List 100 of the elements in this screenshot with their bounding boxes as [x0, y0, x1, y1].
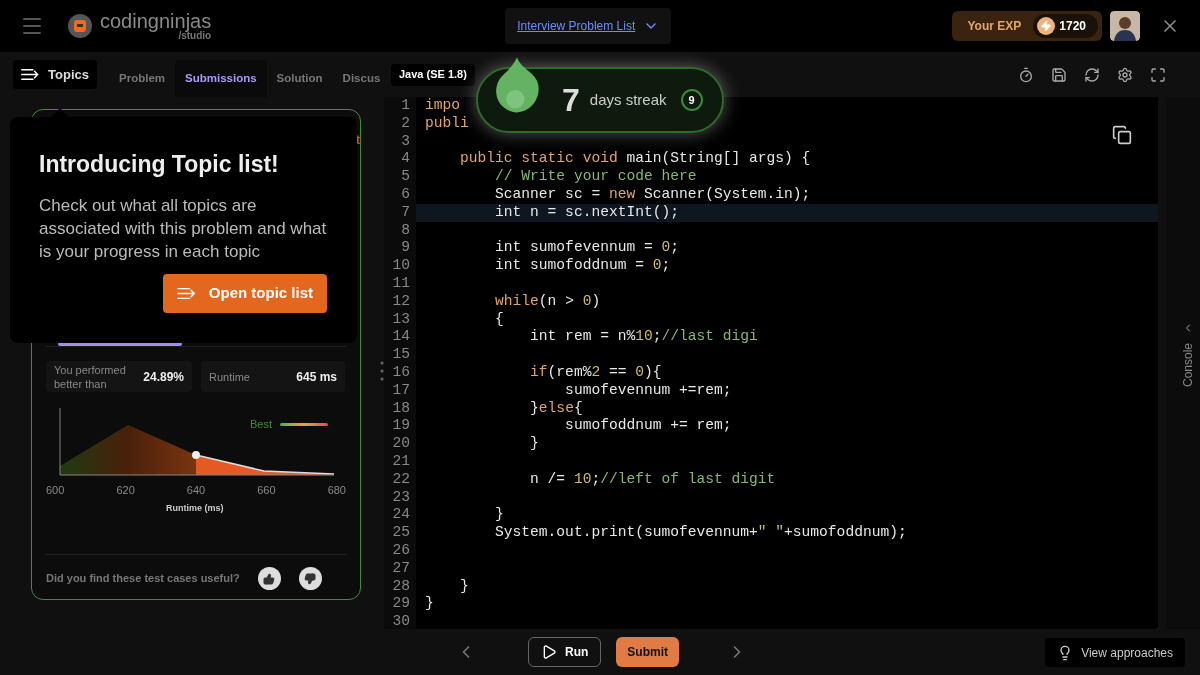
- code-token: int sumofevennum =: [494, 239, 654, 256]
- code-token: int rem = n%: [529, 328, 636, 345]
- problem-list-dropdown[interactable]: Interview Problem List: [505, 8, 672, 44]
- thumbs-down-icon: [304, 572, 317, 585]
- language-selector[interactable]: Java (SE 1.8): [391, 63, 475, 86]
- axis-tick-label: 660: [257, 483, 276, 498]
- submit-button[interactable]: Submit: [616, 637, 679, 667]
- code-token: ;: [661, 257, 671, 274]
- code-token: 10: [635, 328, 653, 345]
- code-token: public static void: [459, 150, 618, 167]
- streak-label: days streak: [589, 89, 667, 110]
- save-icon[interactable]: [1051, 66, 1067, 83]
- code-token: ): [591, 292, 601, 309]
- code-token: //last digi: [661, 328, 758, 345]
- line-number: 29: [384, 595, 416, 614]
- view-approaches-button[interactable]: View approaches: [1045, 638, 1185, 667]
- axis-tick-label: 680: [327, 483, 346, 498]
- line-number: 1: [384, 97, 416, 115]
- line-number: 5: [384, 168, 416, 186]
- settings-icon[interactable]: [1117, 66, 1133, 83]
- axis-tick-label: 640: [186, 483, 206, 498]
- code-token: ;: [670, 239, 679, 256]
- run-button[interactable]: Run: [528, 637, 602, 667]
- code-token: +sumofoddnum);: [784, 524, 907, 541]
- topics-button[interactable]: Topics: [13, 60, 97, 89]
- code-token: ==: [607, 363, 628, 380]
- code-token: int n = sc.nextInt();: [494, 203, 679, 220]
- code-token: else: [538, 399, 574, 416]
- timer-icon[interactable]: [1018, 66, 1034, 83]
- code-token: }: [529, 399, 539, 416]
- refresh-icon[interactable]: [1084, 66, 1100, 83]
- code-token: 0: [635, 363, 644, 380]
- code-token: Scanner(System.in);: [642, 186, 811, 202]
- code-token: 2: [591, 363, 601, 380]
- code-token: if: [529, 363, 548, 380]
- thumbs-down-button[interactable]: [298, 567, 322, 590]
- stat-value: 24.89%: [143, 368, 184, 386]
- code-token: sumofoddnum += rem;: [564, 417, 732, 434]
- code-token: while: [494, 292, 539, 309]
- line-number: 15: [384, 346, 416, 364]
- console-panel[interactable]: Console: [1166, 97, 1200, 629]
- line-number: 25: [384, 524, 416, 542]
- lightning-icon: [1037, 17, 1056, 35]
- line-number: 19: [384, 417, 416, 436]
- code-token: {: [494, 310, 504, 327]
- code-token: // Write your code here: [494, 168, 697, 185]
- fullscreen-icon[interactable]: [1150, 66, 1166, 83]
- tab[interactable]: Problem: [109, 60, 175, 97]
- list-arrow-icon: [21, 67, 41, 82]
- code-token: ;: [591, 470, 601, 487]
- code-token: 10: [573, 470, 592, 487]
- stat-value: 645 ms: [296, 368, 337, 386]
- stat-label: Runtime: [209, 369, 251, 384]
- line-number: 20: [384, 435, 416, 453]
- stat-label: You performed better than: [54, 362, 127, 391]
- code-token: impo: [425, 97, 461, 113]
- legend-label: Best: [250, 417, 272, 432]
- code-token: " ": [757, 524, 785, 541]
- code-token: (rem%: [547, 363, 592, 380]
- copy-icon[interactable]: [1112, 125, 1132, 145]
- brand-subtitle: /studio: [178, 31, 212, 41]
- line-number: 10: [384, 257, 416, 275]
- drag-handle[interactable]: [380, 361, 384, 381]
- code-token: }: [459, 577, 469, 594]
- tab[interactable]: Submissions: [175, 60, 267, 97]
- code-token: new: [608, 186, 636, 202]
- code-token: Scanner sc =: [494, 186, 602, 202]
- open-topic-list-button[interactable]: Open topic list: [162, 274, 327, 313]
- tab[interactable]: Discus: [332, 60, 389, 97]
- streak-count: 7: [562, 81, 580, 120]
- thumbs-up-icon: [263, 572, 276, 585]
- list-arrow-icon: [176, 287, 197, 300]
- code-token: 0: [661, 239, 671, 256]
- thumbs-up-button[interactable]: [257, 567, 281, 590]
- exp-value: 1720: [1059, 18, 1086, 35]
- code-token: 0: [652, 257, 662, 274]
- tab[interactable]: Solution: [266, 60, 333, 97]
- line-number: 4: [384, 150, 416, 169]
- axis-title: Runtime (ms): [166, 502, 224, 515]
- legend-gradient: [280, 422, 328, 426]
- axis-tick-label: 620: [116, 483, 135, 498]
- code-token: ){: [643, 363, 662, 380]
- line-number: 24: [384, 506, 416, 525]
- code-token: (n >: [538, 292, 575, 309]
- code-token: ;: [652, 328, 662, 345]
- code-token: main(String[] args) {: [625, 150, 811, 167]
- brand-name: codingninjas: [100, 11, 212, 31]
- code-token: 0: [582, 292, 592, 309]
- play-icon: [541, 644, 557, 660]
- exp-label: Your EXP: [967, 18, 1022, 35]
- code-token: publi: [425, 114, 469, 131]
- code-token: {: [573, 399, 583, 416]
- feedback-question: Did you find these test cases useful?: [46, 571, 240, 587]
- code-token: int sumofoddnum =: [494, 257, 645, 274]
- line-number: 30: [384, 613, 416, 629]
- line-number: 14: [384, 328, 416, 347]
- axis-tick-label: 600: [46, 483, 65, 498]
- avatar[interactable]: [1110, 11, 1140, 41]
- console-label: Console: [1180, 343, 1196, 387]
- code-token: }: [425, 595, 434, 612]
